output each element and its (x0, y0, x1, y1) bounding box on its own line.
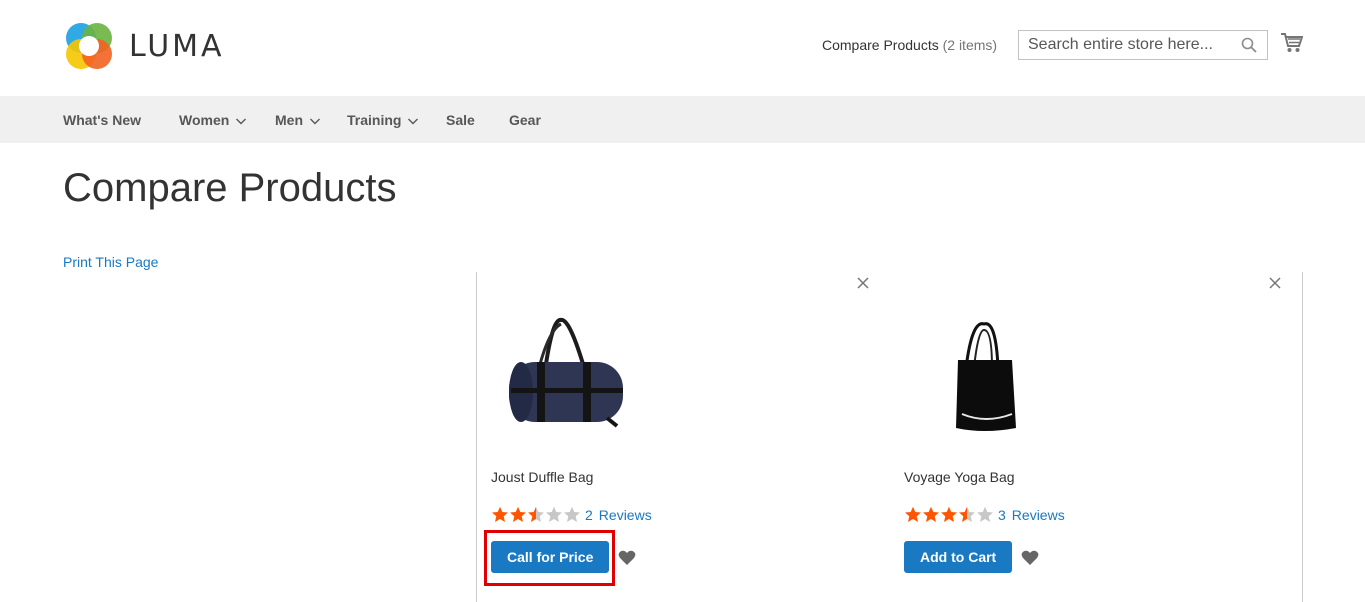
star-icon (977, 506, 993, 522)
star-icon (905, 506, 921, 522)
nav-item-gear[interactable]: Gear (509, 112, 541, 128)
print-page-link[interactable]: Print This Page (63, 254, 158, 270)
nav-item-label: Sale (446, 112, 475, 128)
star-icon (923, 506, 939, 522)
column-divider (1302, 272, 1303, 602)
search-box (1018, 30, 1268, 60)
product-rating: 3 Reviews (904, 506, 1065, 523)
page-title: Compare Products (63, 166, 397, 210)
review-count: 3 (998, 506, 1006, 523)
heart-icon[interactable] (618, 550, 636, 566)
nav-item-training[interactable]: Training (347, 112, 419, 128)
cart-icon[interactable] (1281, 33, 1303, 53)
chevron-down-icon (236, 118, 247, 125)
nav-item-men[interactable]: Men (275, 112, 320, 128)
nav-item-label: What's New (63, 112, 142, 128)
rating-stars (904, 506, 994, 523)
close-icon[interactable] (1268, 276, 1282, 290)
product-rating: 2 Reviews (491, 506, 652, 523)
compare-product-column: Joust Duffle Bag 2 Reviews Call for Price (477, 272, 889, 602)
nav-item-label: Gear (509, 112, 541, 128)
star-icon (564, 506, 580, 522)
chevron-down-icon (408, 118, 419, 125)
product-name[interactable]: Joust Duffle Bag (491, 469, 593, 485)
add-to-cart-button[interactable]: Add to Cart (904, 541, 1013, 573)
nav-item-label: Men (275, 112, 303, 128)
reviews-label: Reviews (598, 506, 652, 523)
page-header: LUMA Compare Products (2 items) (0, 0, 1365, 96)
star-icon (959, 506, 975, 522)
compare-products-link[interactable]: Compare Products (2 items) (822, 37, 997, 53)
reviews-link[interactable]: 3 Reviews (998, 507, 1065, 523)
star-icon (492, 506, 508, 522)
star-icon (941, 506, 957, 522)
star-icon (546, 506, 562, 522)
nav-item-women[interactable]: Women (179, 112, 247, 128)
star-icon (528, 506, 544, 522)
compare-label: Compare Products (822, 37, 939, 53)
product-image[interactable] (904, 316, 1044, 446)
call-for-price-button[interactable]: Call for Price (491, 541, 610, 573)
luma-logo-icon (66, 23, 112, 69)
product-name[interactable]: Voyage Yoga Bag (904, 469, 1015, 485)
nav-item-label: Training (347, 112, 402, 128)
product-image[interactable] (491, 316, 631, 446)
compare-product-column: Voyage Yoga Bag 3 Reviews Add to Cart (890, 272, 1302, 602)
reviews-link[interactable]: 2 Reviews (585, 507, 652, 523)
star-icon (510, 506, 526, 522)
nav-item-whats-new[interactable]: What's New (63, 112, 141, 128)
reviews-label: Reviews (1011, 506, 1065, 523)
close-icon[interactable] (856, 276, 870, 290)
search-icon[interactable] (1241, 37, 1257, 53)
search-input[interactable] (1019, 31, 1234, 59)
review-count: 2 (585, 506, 593, 523)
chevron-down-icon (310, 118, 320, 125)
compare-count: (2 items) (942, 37, 998, 53)
store-logo[interactable]: LUMA (63, 20, 233, 72)
rating-stars (491, 506, 581, 523)
nav-item-sale[interactable]: Sale (446, 112, 475, 128)
logo-text: LUMA (129, 28, 225, 64)
main-navigation: What's New Women Men Training Sale Gear (0, 96, 1365, 143)
nav-item-label: Women (179, 112, 230, 128)
heart-icon[interactable] (1021, 550, 1039, 566)
